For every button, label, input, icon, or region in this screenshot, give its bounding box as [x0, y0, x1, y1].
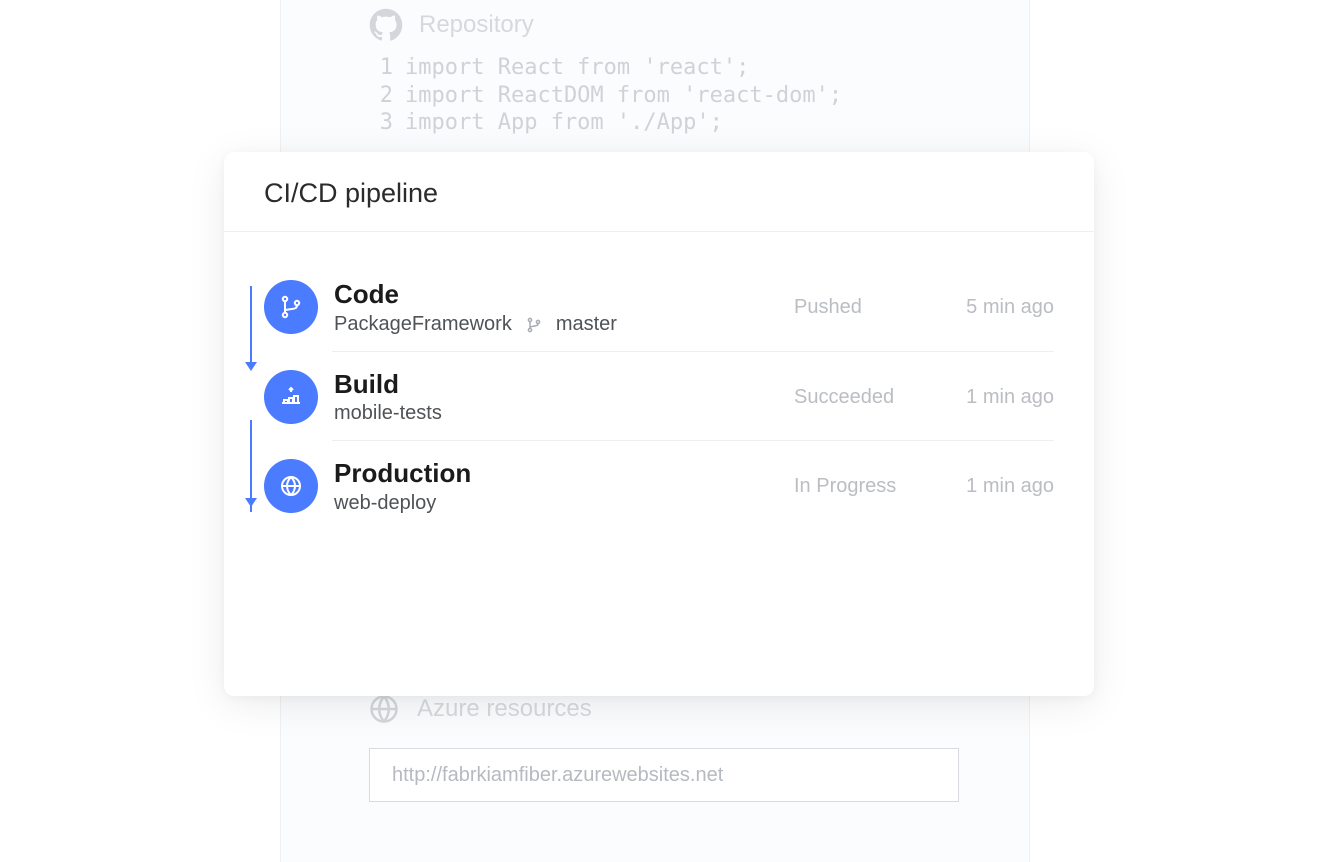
azure-resources-header: Azure resources	[369, 694, 1029, 724]
repository-header: Repository	[281, 8, 1029, 54]
code-line: 2import ReactDOM from 'react-dom';	[369, 82, 1029, 110]
repository-title: Repository	[419, 11, 534, 39]
stage-status: Pushed	[794, 296, 934, 319]
stage-subtitle: web-deploy	[334, 492, 436, 515]
stage-branch: master	[556, 313, 617, 336]
stage-code[interactable]: Code PackageFramework master Pushed 5 mi…	[264, 280, 1054, 352]
azure-resources-section: Azure resources http://fabrkiamfiber.azu…	[281, 694, 1029, 802]
connector-arrow-icon	[245, 362, 257, 371]
pipeline-stages: Code PackageFramework master Pushed 5 mi…	[224, 232, 1094, 531]
pipeline-card: CI/CD pipeline Code PackageFramework mas	[224, 152, 1094, 696]
globe-icon	[369, 694, 399, 724]
stage-title: Production	[334, 459, 794, 488]
resource-url-box[interactable]: http://fabrkiamfiber.azurewebsites.net	[369, 748, 959, 802]
stage-status: Succeeded	[794, 386, 934, 409]
resource-url-text: http://fabrkiamfiber.azurewebsites.net	[392, 764, 723, 787]
stage-subtitle: PackageFramework	[334, 313, 512, 336]
stage-build[interactable]: Build mobile-tests Succeeded 1 min ago	[264, 370, 1054, 442]
build-icon	[264, 370, 318, 424]
connector-arrow-icon	[245, 498, 257, 507]
stage-production[interactable]: Production web-deploy In Progress 1 min …	[264, 459, 1054, 531]
stage-title: Code	[334, 280, 794, 309]
stage-title: Build	[334, 370, 794, 399]
card-title: CI/CD pipeline	[224, 152, 1094, 232]
code-line: 3import App from './App';	[369, 109, 1029, 137]
branch-icon	[264, 280, 318, 334]
stage-time: 1 min ago	[934, 386, 1054, 409]
stage-time: 1 min ago	[934, 475, 1054, 498]
stage-subtitle: mobile-tests	[334, 402, 442, 425]
azure-resources-title: Azure resources	[417, 695, 592, 723]
stage-time: 5 min ago	[934, 296, 1054, 319]
github-icon	[369, 8, 403, 42]
stage-connector	[250, 286, 252, 364]
stage-status: In Progress	[794, 475, 934, 498]
globe-icon	[264, 459, 318, 513]
code-line: 1import React from 'react';	[369, 54, 1029, 82]
git-branch-icon	[526, 316, 542, 332]
code-preview: 1import React from 'react'; 2import Reac…	[281, 54, 1029, 137]
